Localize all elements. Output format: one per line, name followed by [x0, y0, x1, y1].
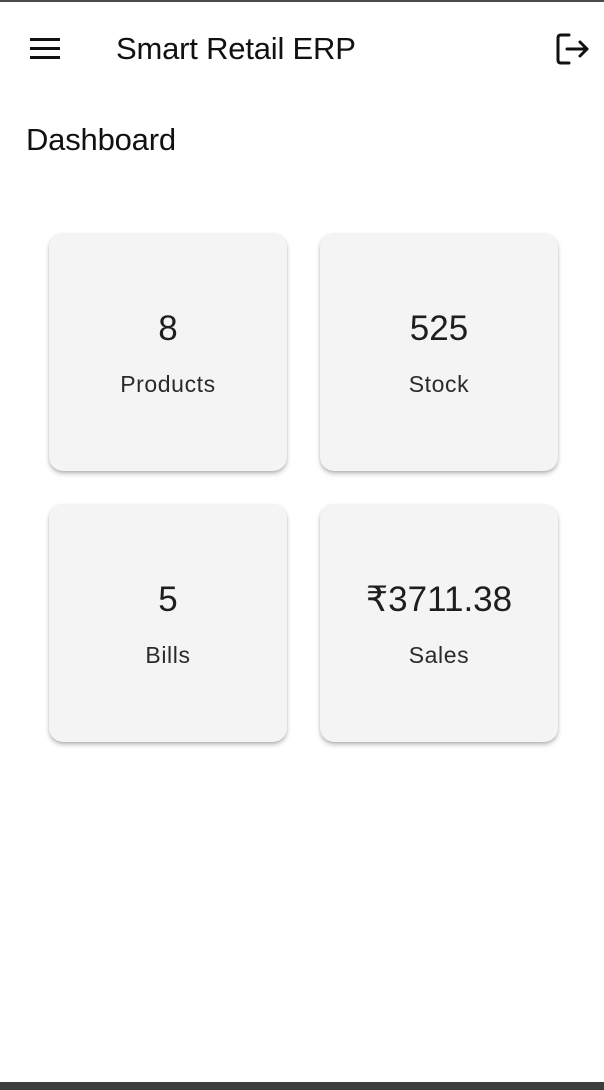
- stat-label: Bills: [145, 642, 191, 668]
- stat-card-bills[interactable]: 5 Bills: [49, 504, 287, 742]
- app-title: Smart Retail ERP: [116, 31, 356, 66]
- stat-label: Products: [120, 371, 216, 397]
- page-title: Dashboard: [26, 122, 176, 157]
- stat-card-sales[interactable]: ₹3711.38 Sales: [320, 504, 558, 742]
- stat-value: 8: [158, 309, 178, 348]
- app-bar: Smart Retail ERP: [0, 2, 604, 96]
- logout-icon[interactable]: [556, 33, 590, 65]
- stat-card-stock[interactable]: 525 Stock: [320, 233, 558, 471]
- stat-label: Stock: [408, 371, 470, 397]
- stat-label: Sales: [408, 642, 470, 668]
- dashboard-screen: Smart Retail ERP Dashboard 8 Products 52…: [0, 0, 604, 1090]
- stat-value: 5: [158, 580, 178, 619]
- hamburger-menu-icon[interactable]: [30, 38, 60, 60]
- system-navigation-bar: [0, 1082, 604, 1090]
- stat-value: ₹3711.38: [365, 580, 513, 619]
- stat-card-products[interactable]: 8 Products: [49, 233, 287, 471]
- stat-value: 525: [409, 309, 469, 348]
